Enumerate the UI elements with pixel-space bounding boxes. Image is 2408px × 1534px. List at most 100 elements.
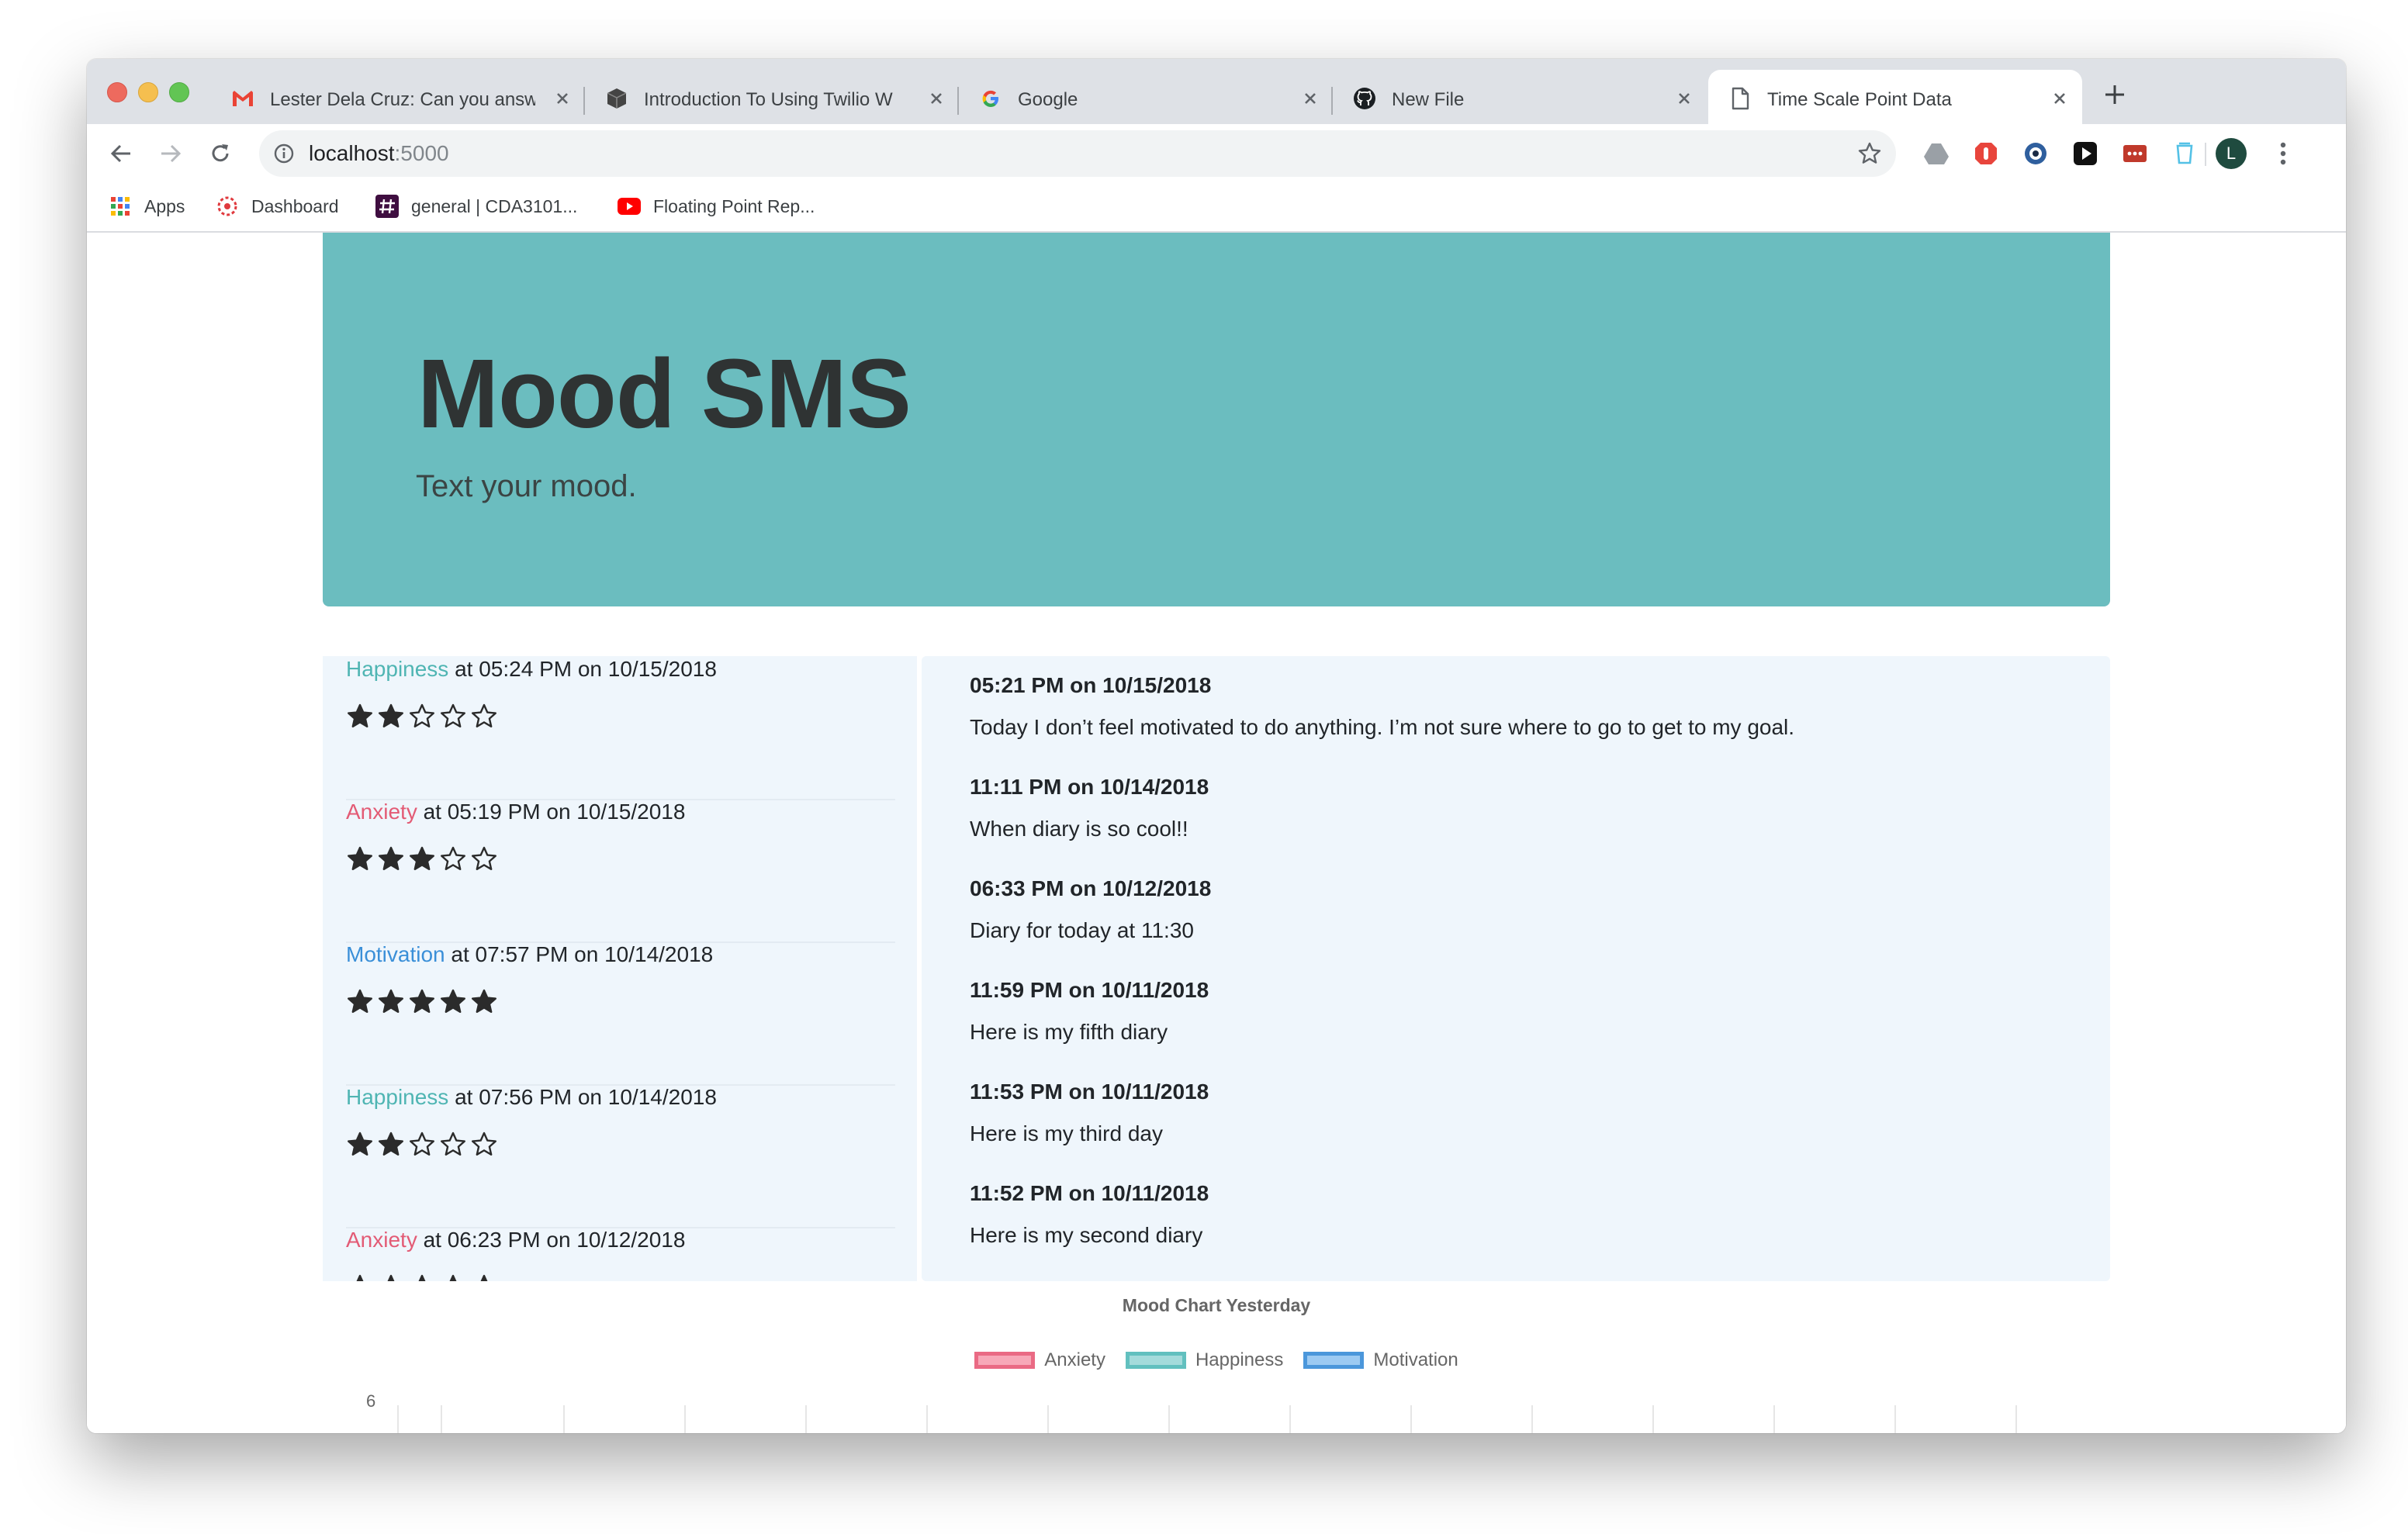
bookmark-slack-general[interactable]: general | CDA3101... — [375, 192, 577, 220]
star-filled-icon — [472, 989, 496, 1013]
chart-grid-line — [1531, 1405, 1533, 1433]
legend-swatch — [974, 1352, 1036, 1369]
bookmark-label: general | CDA3101... — [411, 195, 578, 216]
star-filled-icon — [410, 846, 434, 870]
chart-grid-line — [1168, 1405, 1170, 1433]
legend-label: Happiness — [1195, 1349, 1284, 1370]
close-tab-icon[interactable] — [926, 88, 946, 109]
star-outline-icon — [441, 1131, 465, 1156]
zoom-window-button[interactable] — [169, 82, 189, 102]
more-menu-icon[interactable] — [2271, 138, 2295, 169]
close-tab-icon[interactable] — [552, 88, 573, 109]
play-extension-icon[interactable] — [2071, 140, 2099, 168]
list-item: Motivation at 07:57 PM on 10/14/2018 — [346, 941, 895, 1086]
star-rating — [346, 845, 498, 873]
diary-date: 06:33 PM on 10/12/2018 — [970, 876, 1212, 900]
header-jumbotron: Mood SMS Text your mood. — [323, 233, 2110, 606]
mood-type-label: Anxiety — [346, 800, 417, 824]
tab-google[interactable]: Google — [959, 70, 1333, 124]
bookmarks-bar: Apps Dashboard general | CDA3101... Floa… — [87, 183, 2346, 233]
mood-entry-line: Anxiety at 06:23 PM on 10/12/2018 — [346, 1227, 685, 1253]
mood-timestamp: at 06:23 PM on 10/12/2018 — [417, 1228, 686, 1252]
drive-icon[interactable] — [1922, 140, 1950, 168]
chart-grid-line — [926, 1405, 928, 1433]
tab-gmail[interactable]: Lester Dela Cruz: Can you answ — [211, 70, 585, 124]
apps-grid-icon — [109, 195, 132, 218]
star-outline-icon — [441, 703, 465, 727]
browser-window: Lester Dela Cruz: Can you answ Introduct… — [87, 59, 2346, 1433]
chart-grid-line — [1289, 1405, 1291, 1433]
tab-title: Time Scale Point Data — [1767, 89, 1952, 110]
list-item: 11:52 PM on 10/11/2018 Here is my second… — [970, 1180, 2056, 1249]
mood-timestamp: at 05:24 PM on 10/15/2018 — [448, 657, 717, 681]
cube-icon — [605, 87, 628, 110]
star-filled-icon — [410, 989, 434, 1013]
star-outline-icon — [472, 1131, 496, 1156]
legend-label: Anxiety — [1044, 1349, 1105, 1370]
list-item: Happiness at 07:56 PM on 10/14/2018 — [346, 1084, 895, 1228]
list-item: 11:11 PM on 10/14/2018 When diary is so … — [970, 773, 2056, 843]
diary-date: 11:52 PM on 10/11/2018 — [970, 1181, 1209, 1205]
chart-grid-line — [684, 1405, 686, 1433]
file-icon — [1728, 87, 1752, 110]
close-tab-icon[interactable] — [2050, 88, 2070, 109]
minimize-window-button[interactable] — [138, 82, 158, 102]
list-item: Anxiety at 06:23 PM on 10/12/2018 — [346, 1227, 895, 1281]
diary-date: 11:53 PM on 10/11/2018 — [970, 1080, 1209, 1104]
diary-text: Here is my fifth diary — [970, 1020, 1168, 1044]
chart-grid-line — [1894, 1405, 1896, 1433]
github-icon — [1353, 87, 1376, 110]
bookmark-star-icon[interactable] — [1857, 141, 1882, 166]
gmail-icon — [231, 87, 254, 110]
diary-date: 05:21 PM on 10/15/2018 — [970, 673, 1212, 697]
legend-item-motivation[interactable]: Motivation — [1303, 1349, 1458, 1371]
bookmark-apps[interactable]: Apps — [109, 192, 185, 220]
star-filled-icon — [441, 989, 465, 1013]
mood-type-label: Anxiety — [346, 1228, 417, 1252]
tab-time-scale-point-data[interactable]: Time Scale Point Data — [1708, 70, 2082, 124]
diary-list: 05:21 PM on 10/15/2018 Today I don’t fee… — [922, 656, 2110, 1281]
close-tab-icon[interactable] — [1300, 88, 1320, 109]
tab-title: Google — [1018, 89, 1078, 110]
mood-timestamp: at 05:19 PM on 10/15/2018 — [417, 800, 686, 824]
cup-extension-icon[interactable] — [2171, 140, 2199, 168]
list-item: 05:21 PM on 10/15/2018 Today I don’t fee… — [970, 672, 2056, 741]
chart-grid-line — [441, 1405, 442, 1433]
page-subtitle: Text your mood. — [416, 469, 637, 503]
address-bar[interactable]: localhost:5000 — [259, 130, 1896, 177]
dashboard-logo-icon — [216, 195, 239, 218]
star-filled-icon — [379, 989, 403, 1013]
url-text: localhost:5000 — [309, 141, 449, 165]
forward-icon[interactable] — [155, 138, 186, 169]
adblock-icon[interactable] — [1972, 140, 2000, 168]
mood-entry-line: Motivation at 07:57 PM on 10/14/2018 — [346, 941, 713, 968]
back-icon[interactable] — [106, 138, 137, 169]
bookmark-label: Floating Point Rep... — [653, 195, 815, 216]
chart-grid-line — [1652, 1405, 1654, 1433]
close-window-button[interactable] — [107, 82, 127, 102]
tab-github[interactable]: New File — [1333, 70, 1707, 124]
diary-text: Diary for today at 11:30 — [970, 918, 1194, 942]
legend-item-happiness[interactable]: Happiness — [1125, 1349, 1284, 1371]
new-tab-icon[interactable] — [2102, 82, 2127, 107]
tab-title: Lester Dela Cruz: Can you answ — [270, 89, 535, 110]
toolbar-divider — [2205, 143, 2206, 166]
star-filled-icon — [348, 846, 372, 870]
star-filled-icon — [379, 703, 403, 727]
close-tab-icon[interactable] — [1674, 88, 1694, 109]
mood-entry-line: Anxiety at 05:19 PM on 10/15/2018 — [346, 799, 685, 825]
avatar[interactable]: L — [2216, 138, 2247, 169]
diary-text: Today I don’t feel motivated to do anyth… — [970, 715, 1795, 739]
dots-extension-icon[interactable] — [2121, 140, 2149, 168]
bookmark-dashboard[interactable]: Dashboard — [216, 192, 339, 220]
list-item: 11:59 PM on 10/11/2018 Here is my fifth … — [970, 976, 2056, 1046]
info-icon[interactable] — [273, 143, 295, 164]
mood-list: Happiness at 05:24 PM on 10/15/2018 Anxi… — [323, 656, 917, 1281]
tab-twilio[interactable]: Introduction To Using Twilio W — [585, 70, 959, 124]
eye-extension-icon[interactable] — [2022, 140, 2050, 168]
reload-icon[interactable] — [205, 138, 236, 169]
legend-label: Motivation — [1373, 1349, 1458, 1370]
bookmark-floating-point[interactable]: Floating Point Rep... — [618, 192, 815, 220]
y-axis-tick-label: 6 — [366, 1391, 376, 1411]
legend-item-anxiety[interactable]: Anxiety — [974, 1349, 1105, 1371]
